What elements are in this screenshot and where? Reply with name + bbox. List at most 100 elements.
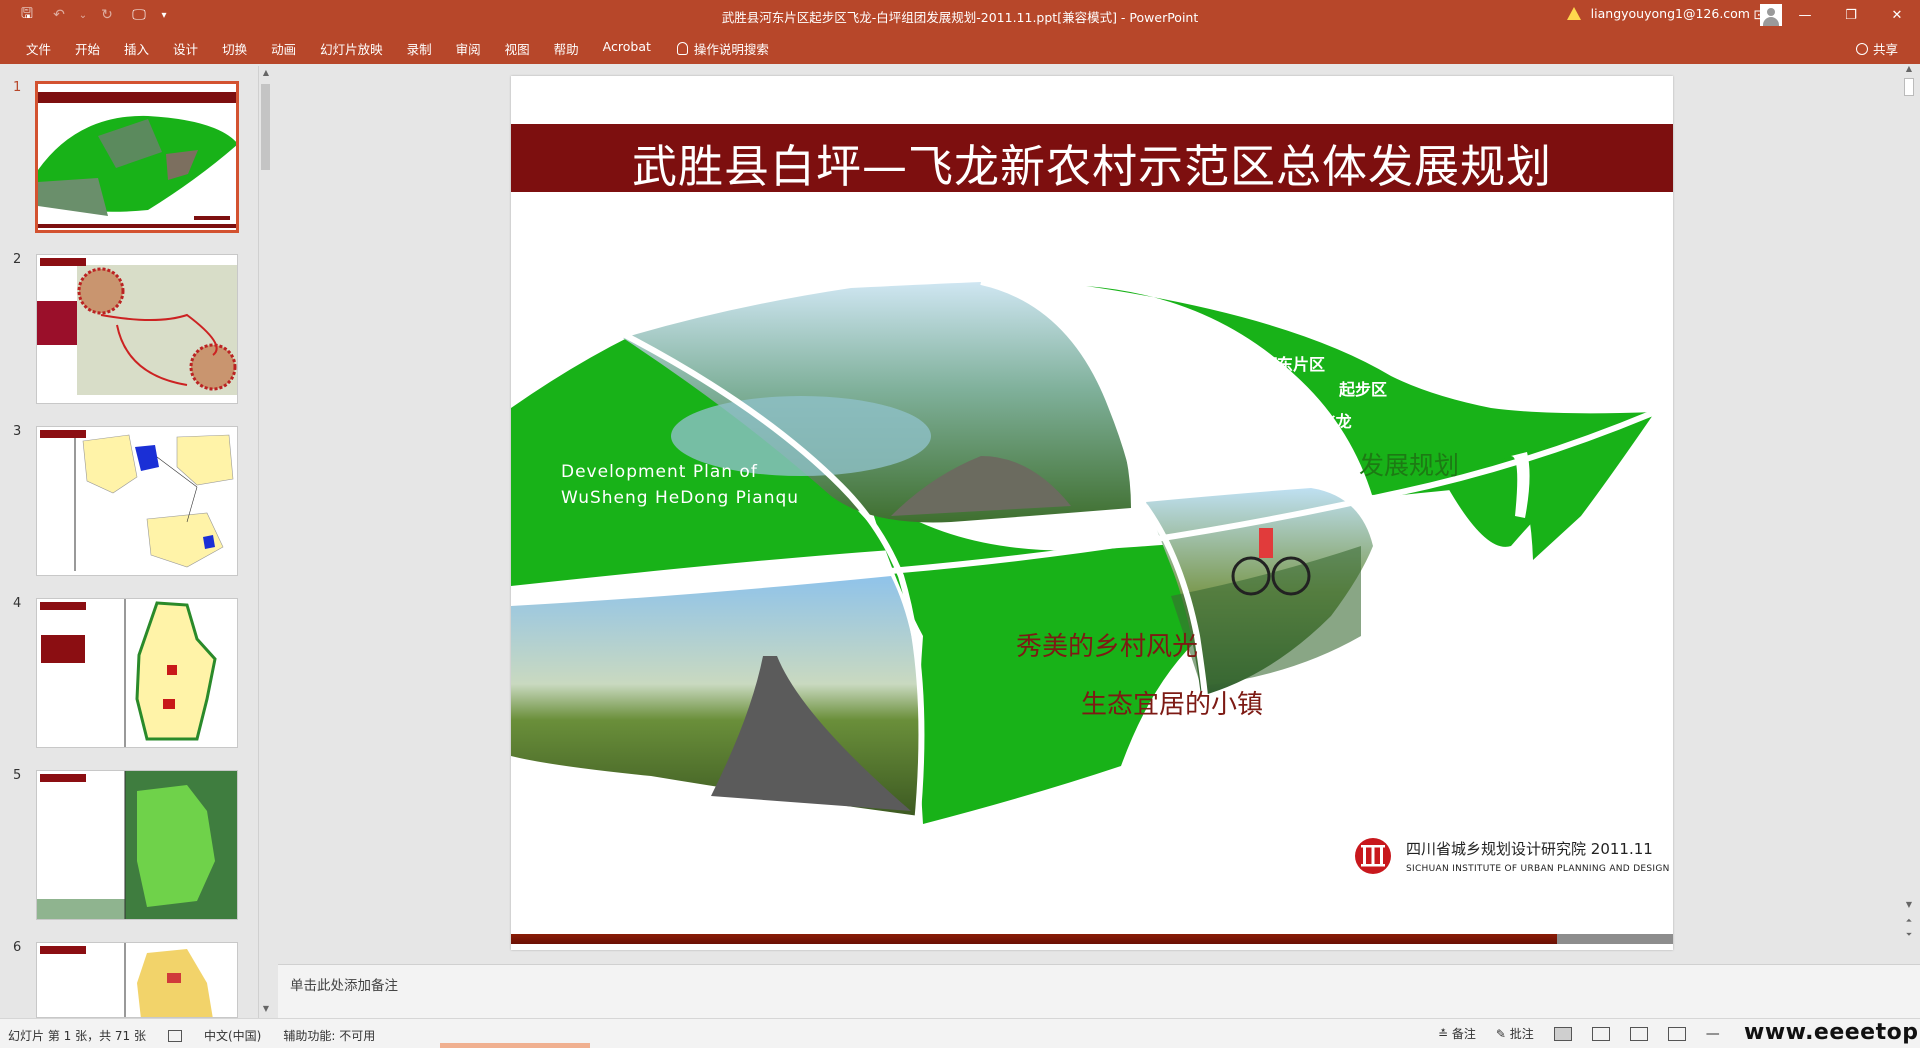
thumbnail-2[interactable]: 2 (0, 250, 250, 410)
language-indicator[interactable]: 中文(中国) (204, 1027, 261, 1044)
institute-logo-icon (1355, 838, 1391, 874)
window-controls: ⊡ — ❐ ✕ (1736, 0, 1920, 30)
previous-slide-icon[interactable]: ⏶ (1904, 916, 1914, 926)
english-title-line1[interactable]: Development Plan of (561, 462, 758, 482)
thumbnail-preview[interactable] (36, 770, 238, 920)
thumbnail-preview[interactable] (36, 254, 238, 404)
watermark: www.eeeetop.com (1744, 1020, 1920, 1045)
slide-editor: 武胜县白坪—飞龙新农村示范区总体发展规划 Development Plan of… (278, 64, 1914, 964)
slide-counter: 幻灯片 第 1 张，共 71 张 (8, 1029, 146, 1043)
thumbnail-preview[interactable] (36, 942, 238, 1018)
tab-record[interactable]: 录制 (395, 39, 444, 58)
subtitle-line4[interactable]: 发展规划 (1359, 446, 1459, 482)
account-email[interactable]: liangyouyong1@126.com (1591, 6, 1750, 21)
tell-me-search[interactable]: 操作说明搜索 (676, 39, 769, 58)
thumbnail-preview[interactable] (36, 426, 238, 576)
notes-icon: ≛ (1438, 1027, 1452, 1041)
scroll-thumb[interactable] (261, 84, 270, 170)
close-button[interactable]: ✕ (1874, 0, 1920, 30)
leaf-graphic (511, 279, 1657, 825)
reading-view-icon[interactable] (1629, 1026, 1648, 1041)
minimize-button[interactable]: — (1782, 0, 1828, 30)
slide-thumbnail-pane: 1 2 3 4 5 6 (0, 64, 262, 1018)
tab-review[interactable]: 审阅 (444, 39, 493, 58)
thumbnail-preview[interactable] (36, 598, 238, 748)
restore-button[interactable]: ❐ (1828, 0, 1874, 30)
accessibility-status[interactable]: 辅助功能: 不可用 (283, 1027, 375, 1044)
spelling-check-icon[interactable] (167, 1029, 182, 1042)
thumbnail-4-art (41, 599, 217, 747)
institute-name[interactable]: 四川省城乡规划设计研究院 2011.11 (1406, 838, 1653, 859)
slideshow-view-icon[interactable] (1667, 1026, 1686, 1041)
status-accent-strip (440, 1043, 590, 1048)
thumbnail-number: 6 (13, 940, 22, 955)
slide-sorter-view-icon[interactable] (1591, 1026, 1610, 1041)
notes-label: 备注 (1451, 1027, 1476, 1041)
subtitle-line3[interactable]: 白坪-飞龙 (1281, 408, 1352, 432)
slogan-line2[interactable]: 生态宜居的小镇 (1081, 684, 1263, 721)
tab-animations[interactable]: 动画 (259, 39, 308, 58)
share-label: 共享 (1872, 42, 1898, 57)
scroll-thumb[interactable] (1904, 78, 1914, 96)
current-slide[interactable]: 武胜县白坪—飞龙新农村示范区总体发展规划 Development Plan of… (511, 76, 1673, 950)
zoom-out-button[interactable]: — (1706, 1026, 1720, 1042)
thumbnail-5-art (37, 771, 237, 919)
notes-toggle[interactable]: ≛ 备注 (1438, 1025, 1476, 1042)
next-slide-icon[interactable]: ⏷ (1904, 930, 1914, 940)
thumbnail-preview[interactable] (35, 81, 239, 233)
share-button[interactable]: 共享 (1855, 39, 1898, 58)
tab-view[interactable]: 视图 (493, 39, 542, 58)
notes-placeholder[interactable]: 单击此处添加备注 (290, 974, 398, 994)
thumbnail-number: 4 (13, 596, 22, 611)
thumbnail-number: 2 (13, 252, 22, 267)
comments-label: 批注 (1509, 1027, 1534, 1041)
english-title-line2[interactable]: WuSheng HeDong Pianqu (561, 488, 799, 508)
thumbnail-number: 3 (13, 424, 22, 439)
tab-acrobat[interactable]: Acrobat (591, 39, 663, 58)
institute-name-english[interactable]: SICHUAN INSTITUTE OF URBAN PLANNING AND … (1406, 864, 1670, 874)
thumbnail-1[interactable]: 1 (0, 78, 250, 238)
thumbnail-heading-bar (40, 774, 86, 782)
thumbnail-3[interactable]: 3 (0, 422, 250, 582)
footer-bar-gray (1557, 934, 1673, 944)
tab-transitions[interactable]: 切换 (210, 39, 259, 58)
share-person-icon (1855, 42, 1868, 55)
main-scrollbar[interactable]: ▲ ▼ ⏶ ⏷ (1900, 64, 1918, 964)
thumbnail-5[interactable]: 5 (0, 766, 250, 926)
slogan-line1[interactable]: 秀美的乡村风光 (1016, 626, 1198, 663)
title-bar: 🖫 ↶ ⌄ ↻ 🖵 ▾ 武胜县河东片区起步区飞龙-白坪组团发展规划-2011.1… (0, 0, 1920, 30)
thumbnail-heading-bar (40, 430, 86, 438)
thumbnail-number: 1 (13, 80, 22, 95)
scroll-down-icon[interactable]: ▼ (261, 1004, 271, 1014)
thumbnail-heading-bar (40, 258, 86, 266)
thumbnail-3-art (74, 434, 234, 571)
status-bar: 幻灯片 第 1 张，共 71 张 中文(中国) 辅助功能: 不可用 ≛ 备注 ✎… (0, 1018, 1920, 1048)
thumbnail-6-art (124, 943, 213, 1017)
thumbnail-number: 5 (13, 768, 22, 783)
tab-help[interactable]: 帮助 (542, 39, 591, 58)
tab-home[interactable]: 开始 (63, 39, 112, 58)
ribbon-tabs: 文件 开始 插入 设计 切换 动画 幻灯片放映 录制 审阅 视图 帮助 Acro… (0, 30, 1920, 64)
tab-design[interactable]: 设计 (161, 39, 210, 58)
thumbnail-heading-bar (40, 946, 86, 954)
scroll-down-icon[interactable]: ▼ (1904, 900, 1914, 910)
thumbnail-4[interactable]: 4 (0, 594, 250, 754)
thumbnail-scrollbar[interactable]: ▲ ▼ (258, 66, 272, 1018)
thumbnail-2-art (37, 265, 237, 395)
normal-view-icon[interactable] (1553, 1026, 1572, 1041)
lightbulb-icon (676, 42, 688, 55)
scroll-up-icon[interactable]: ▲ (261, 68, 271, 78)
scroll-up-icon[interactable]: ▲ (1904, 64, 1914, 74)
account-area[interactable]: liangyouyong1@126.com (1566, 4, 1782, 26)
thumbnail-heading-bar (40, 602, 86, 610)
notes-pane[interactable]: 单击此处添加备注 (278, 964, 1920, 1018)
warning-icon (1566, 7, 1581, 20)
tab-file[interactable]: 文件 (14, 39, 63, 58)
ribbon-display-options-icon[interactable]: ⊡ (1736, 0, 1782, 30)
tab-insert[interactable]: 插入 (112, 39, 161, 58)
subtitle-line1[interactable]: 武胜县河东片区 (1213, 351, 1325, 375)
subtitle-line2[interactable]: 起步区 (1339, 376, 1387, 400)
tab-slideshow[interactable]: 幻灯片放映 (308, 39, 395, 58)
comments-toggle[interactable]: ✎ 批注 (1496, 1025, 1534, 1042)
comment-icon: ✎ (1495, 1027, 1510, 1041)
